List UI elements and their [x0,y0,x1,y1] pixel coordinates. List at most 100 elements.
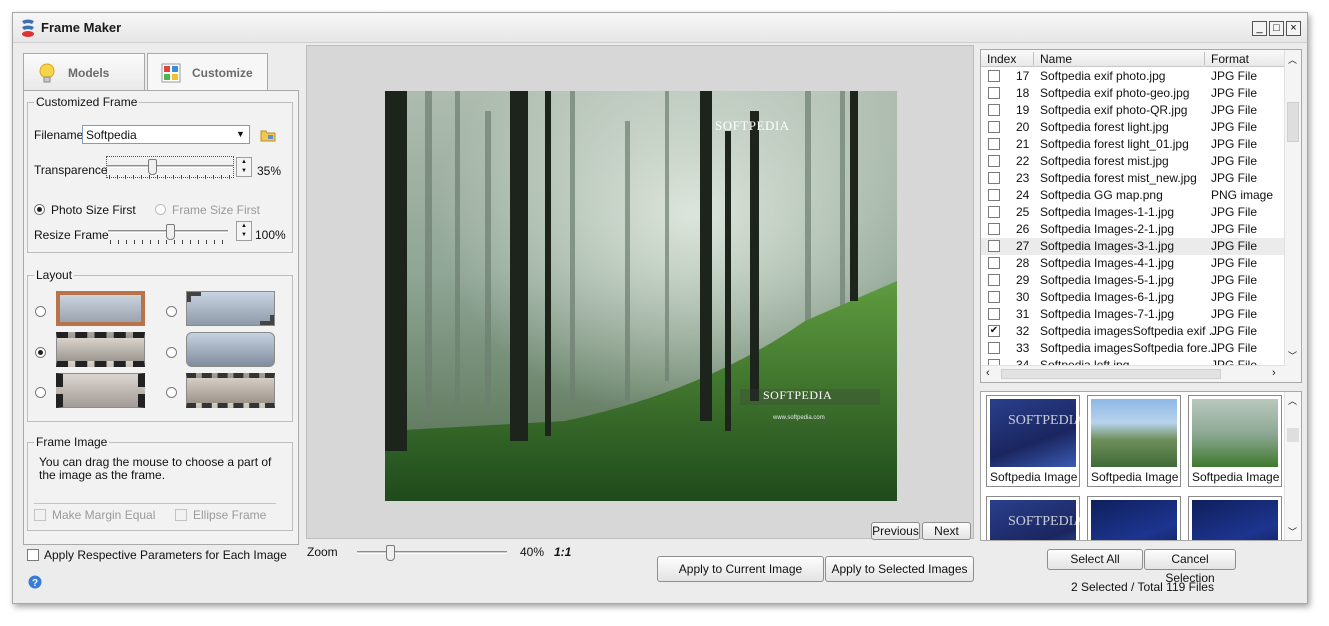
layout-option-5[interactable] [56,373,145,408]
layout-option-1[interactable] [56,291,145,326]
chevron-down-icon[interactable]: ﹀ [1288,349,1297,362]
row-checkbox[interactable] [988,240,1000,252]
ellipse-frame-checkbox[interactable] [175,509,187,521]
photo-size-first-radio[interactable] [34,204,45,215]
layout-radio-3[interactable] [35,347,46,358]
frame-size-first-radio[interactable] [155,204,166,215]
row-checkbox[interactable] [988,155,1000,167]
table-row[interactable]: 31 Softpedia Images-7-1.jpg JPG File [981,306,1285,323]
row-checkbox[interactable] [988,223,1000,235]
row-checkbox[interactable] [988,189,1000,201]
table-row[interactable]: 21 Softpedia forest light_01.jpg JPG File [981,136,1285,153]
minimize-button[interactable]: _ [1252,21,1267,36]
table-row[interactable]: 30 Softpedia Images-6-1.jpg JPG File [981,289,1285,306]
thumbnail-tile[interactable] [1188,496,1282,540]
table-row[interactable]: 28 Softpedia Images-4-1.jpg JPG File [981,255,1285,272]
table-row[interactable]: 24 Softpedia GG map.png PNG image [981,187,1285,204]
file-list-horizontal-scrollbar[interactable]: ‹ › [981,365,1285,382]
row-checkbox[interactable] [988,274,1000,286]
layout-option-2[interactable] [186,291,275,326]
row-checkbox[interactable] [988,172,1000,184]
table-row[interactable]: 22 Softpedia forest mist.jpg JPG File [981,153,1285,170]
row-checkbox[interactable] [988,342,1000,354]
chevron-down-icon[interactable]: ﹀ [1288,525,1297,538]
column-format[interactable]: Format [1211,52,1249,66]
preview-area: SOFTPEDIA SOFTPEDIA www.softpedia.com Pr… [306,45,974,540]
zoom-slider[interactable] [357,543,507,565]
apply-respective-checkbox[interactable] [27,549,39,561]
filename-combo[interactable]: Softpedia ▼ [82,125,250,144]
table-row[interactable]: 18 Softpedia exif photo-geo.jpg JPG File [981,85,1285,102]
table-row[interactable]: 17 Softpedia exif photo.jpg JPG File [981,68,1285,85]
row-checkbox[interactable] [988,257,1000,269]
row-checkbox[interactable] [988,70,1000,82]
layout-option-6[interactable] [186,373,275,408]
layout-option-4[interactable] [186,332,275,367]
file-list-vertical-scrollbar[interactable]: ︿ ﹀ [1284,50,1301,382]
table-row[interactable]: 25 Softpedia Images-1-1.jpg JPG File [981,204,1285,221]
table-row[interactable]: 29 Softpedia Images-5-1.jpg JPG File [981,272,1285,289]
table-row[interactable]: 27 Softpedia Images-3-1.jpg JPG File [981,238,1285,255]
table-row[interactable]: 26 Softpedia Images-2-1.jpg JPG File [981,221,1285,238]
thumbnail-tile[interactable] [1087,496,1181,540]
row-checkbox[interactable] [988,121,1000,133]
row-checkbox[interactable] [988,308,1000,320]
transparence-spinner[interactable]: ▲ ▼ [236,157,252,177]
thumbnail-tile[interactable]: Softpedia Image... [1087,395,1181,487]
table-row[interactable]: 23 Softpedia forest mist_new.jpg JPG File [981,170,1285,187]
chevron-down-icon[interactable]: ▼ [233,127,248,142]
previous-button[interactable]: Previous [871,522,920,540]
slider-thumb[interactable] [166,224,175,240]
gallery-scrollbar[interactable]: ︿ ﹀ [1284,392,1301,540]
column-name[interactable]: Name [1040,52,1072,66]
next-button[interactable]: Next [922,522,971,540]
layout-radio-2[interactable] [166,306,177,317]
row-checkbox[interactable] [988,138,1000,150]
row-checkbox[interactable] [988,87,1000,99]
chevron-up-icon[interactable]: ︿ [1288,394,1297,407]
chevron-right-icon[interactable]: › [1272,367,1276,379]
row-checkbox[interactable] [988,291,1000,303]
resize-frame-slider[interactable] [108,222,228,244]
tab-models[interactable]: Models [23,53,145,91]
table-row[interactable]: 19 Softpedia exif photo-QR.jpg JPG File [981,102,1285,119]
apply-current-image-button[interactable]: Apply to Current Image [657,556,824,582]
open-folder-icon[interactable] [259,126,277,144]
title-bar[interactable]: Frame Maker _ □ × [13,13,1307,43]
chevron-left-icon[interactable]: ‹ [986,367,990,379]
preview-image[interactable]: SOFTPEDIA SOFTPEDIA www.softpedia.com [385,91,897,501]
resize-frame-spinner[interactable]: ▲ ▼ [236,221,252,241]
make-margin-equal-checkbox[interactable] [34,509,46,521]
table-row[interactable]: 20 Softpedia forest light.jpg JPG File [981,119,1285,136]
maximize-button[interactable]: □ [1269,21,1284,36]
chevron-up-icon[interactable]: ︿ [1288,53,1297,66]
thumbnail-tile[interactable]: Softpedia Image... [1188,395,1282,487]
transparence-slider[interactable] [106,156,234,179]
cancel-selection-button[interactable]: Cancel Selection [1144,549,1236,585]
row-checkbox[interactable] [988,104,1000,116]
help-icon[interactable]: ? [28,575,42,589]
select-all-button[interactable]: Select All [1047,549,1143,570]
slider-thumb[interactable] [148,159,157,175]
table-row[interactable]: ✔ 32 Softpedia imagesSoftpedia exif ... JPG… [981,323,1285,340]
scroll-thumb[interactable] [1287,102,1299,142]
column-index[interactable]: Index [987,52,1016,66]
layout-radio-5[interactable] [35,387,46,398]
apply-selected-images-button[interactable]: Apply to Selected Images [825,556,974,582]
one-to-one-button[interactable]: 1:1 [554,545,571,559]
scroll-thumb[interactable] [1001,369,1221,379]
layout-radio-6[interactable] [166,387,177,398]
layout-radio-1[interactable] [35,306,46,317]
row-format: JPG File [1211,341,1258,355]
layout-radio-4[interactable] [166,347,177,358]
close-button[interactable]: × [1286,21,1301,36]
slider-thumb[interactable] [386,545,395,561]
scroll-thumb[interactable] [1287,428,1299,442]
layout-option-3[interactable] [56,332,145,367]
row-checkbox[interactable] [988,206,1000,218]
thumbnail-tile[interactable]: SOFTPEDIA Softpedia Image... [986,395,1083,487]
thumbnail-tile[interactable]: SOFTPEDIA [986,496,1083,540]
tab-customize[interactable]: Customize [147,53,268,91]
row-checkbox[interactable]: ✔ [988,325,1000,337]
table-row[interactable]: 33 Softpedia imagesSoftpedia fore... JPG F… [981,340,1285,357]
